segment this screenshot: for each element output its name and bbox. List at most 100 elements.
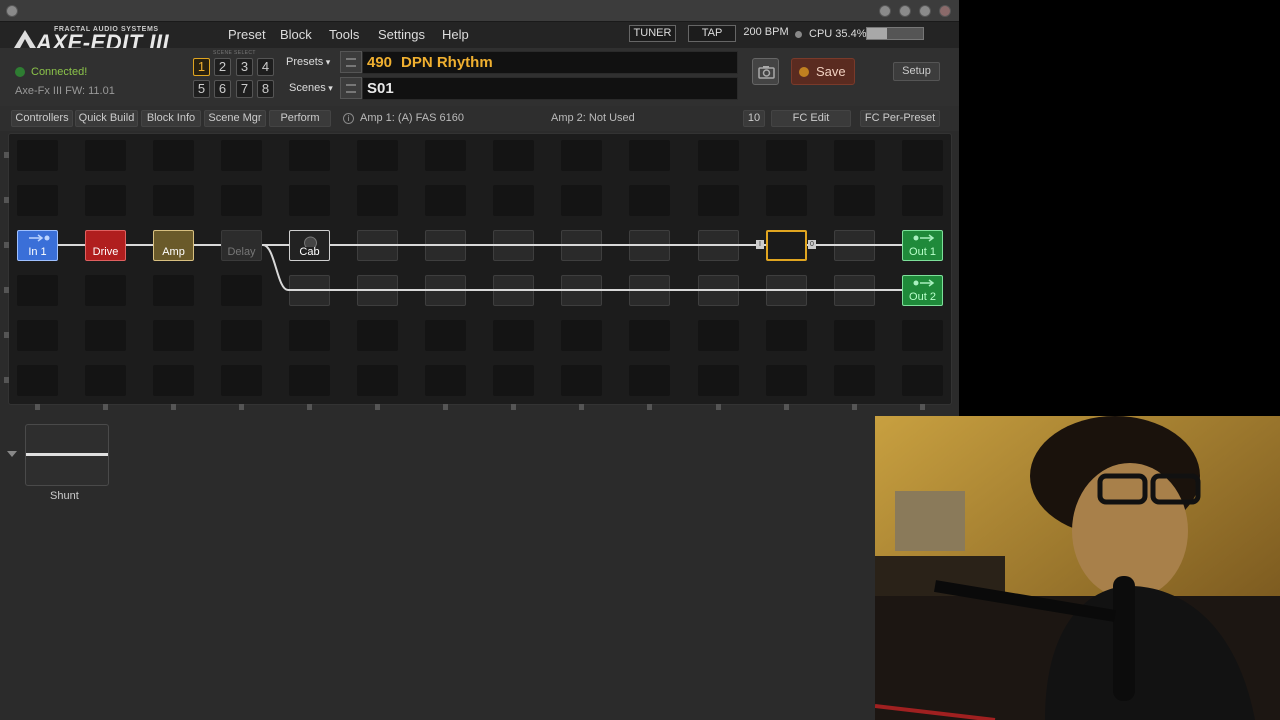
grid-cell[interactable] [902, 140, 943, 171]
camera-icon[interactable] [752, 58, 779, 85]
grid-cell[interactable] [85, 275, 126, 306]
grid-cell[interactable] [221, 365, 262, 396]
grid-cell[interactable] [289, 185, 330, 216]
grid-cell[interactable] [289, 140, 330, 171]
collapse-arrow-icon[interactable] [7, 451, 17, 458]
grid-cell[interactable] [902, 365, 943, 396]
grid-cell[interactable] [902, 320, 943, 351]
grid-cell[interactable] [493, 320, 534, 351]
scene-button-6[interactable]: 6 [214, 80, 231, 98]
grid-cell[interactable] [629, 320, 670, 351]
grid-cell[interactable] [425, 320, 466, 351]
grid-cell[interactable] [561, 365, 602, 396]
grid-cell[interactable] [493, 140, 534, 171]
grid-cell[interactable] [698, 365, 739, 396]
scene-button-5[interactable]: 5 [193, 80, 210, 98]
grid-cell[interactable] [766, 185, 807, 216]
grid-cell[interactable] [629, 140, 670, 171]
grid-cell[interactable] [902, 185, 943, 216]
controllers-button[interactable]: Controllers [11, 110, 73, 127]
grid-cell[interactable] [85, 140, 126, 171]
grid-cell[interactable] [629, 365, 670, 396]
grid-cell[interactable] [698, 140, 739, 171]
grid-cell[interactable] [85, 320, 126, 351]
grid-cell[interactable] [221, 185, 262, 216]
menu-help[interactable]: Help [442, 27, 469, 42]
grid-cell[interactable] [425, 140, 466, 171]
grid-cell[interactable] [17, 365, 58, 396]
scene-stepper[interactable] [340, 77, 362, 99]
grid-cell[interactable] [357, 320, 398, 351]
grid-cell[interactable] [17, 320, 58, 351]
grid-cell[interactable] [425, 185, 466, 216]
grid-cell[interactable] [17, 140, 58, 171]
grid-cell[interactable] [561, 185, 602, 216]
block-delay[interactable]: Delay [221, 230, 262, 261]
grid-cell[interactable] [766, 140, 807, 171]
grid-cell[interactable] [153, 185, 194, 216]
quick-build-button[interactable]: Quick Build [75, 110, 138, 127]
scenes-dropdown[interactable]: Scenes [289, 82, 333, 94]
grid-cell[interactable] [153, 320, 194, 351]
grid-cell[interactable] [698, 185, 739, 216]
scene-button-4[interactable]: 4 [257, 58, 274, 76]
grid-cell[interactable] [221, 320, 262, 351]
grid-cell[interactable] [698, 320, 739, 351]
menu-block[interactable]: Block [280, 27, 312, 42]
perform-button[interactable]: Perform [269, 110, 331, 127]
scene-button-8[interactable]: 8 [257, 80, 274, 98]
grid-cell[interactable] [766, 320, 807, 351]
block-drive[interactable]: Drive [85, 230, 126, 261]
block-input-1[interactable]: In 1 [17, 230, 58, 261]
grid-cell[interactable] [357, 140, 398, 171]
grid-cell[interactable] [153, 140, 194, 171]
grid-cell[interactable] [289, 320, 330, 351]
grid-cell[interactable] [17, 275, 58, 306]
minimize-button[interactable] [899, 5, 911, 17]
scene-button-2[interactable]: 2 [214, 58, 231, 76]
block-output-1[interactable]: Out 1 [902, 230, 943, 261]
block-selected-empty[interactable] [766, 230, 807, 261]
grid-cell[interactable] [425, 365, 466, 396]
grid-cell[interactable] [153, 275, 194, 306]
grid-cell[interactable] [493, 185, 534, 216]
presets-dropdown[interactable]: Presets [286, 56, 330, 68]
grid-cell[interactable] [834, 185, 875, 216]
menu-preset[interactable]: Preset [228, 27, 266, 42]
scene-button-7[interactable]: 7 [236, 80, 253, 98]
grid-cell[interactable] [17, 185, 58, 216]
grid-cell[interactable] [834, 140, 875, 171]
menu-settings[interactable]: Settings [378, 27, 425, 42]
grid-cell[interactable] [629, 185, 670, 216]
fc-edit-button[interactable]: FC Edit [771, 110, 851, 127]
fc-per-preset-button[interactable]: FC Per-Preset [860, 110, 940, 127]
grid-cell[interactable] [493, 365, 534, 396]
grid-cell[interactable] [834, 365, 875, 396]
grid-cell[interactable] [357, 185, 398, 216]
block-output-2[interactable]: Out 2 [902, 275, 943, 306]
grid-cell[interactable] [766, 365, 807, 396]
pause-button[interactable] [879, 5, 891, 17]
fc-layout-number[interactable]: 10 [743, 110, 765, 127]
scene-button-3[interactable]: 3 [236, 58, 253, 76]
scene-mgr-button[interactable]: Scene Mgr [204, 110, 266, 127]
grid-cell[interactable] [221, 140, 262, 171]
tap-tempo-button[interactable]: TAP [688, 25, 736, 42]
setup-button[interactable]: Setup [893, 62, 940, 81]
grid-cell[interactable] [834, 320, 875, 351]
close-button[interactable] [939, 5, 951, 17]
block-amp[interactable]: Amp [153, 230, 194, 261]
tuner-button[interactable]: TUNER [629, 25, 676, 42]
grid-cell[interactable] [357, 365, 398, 396]
grid-cell[interactable] [85, 185, 126, 216]
grid-cell[interactable] [561, 320, 602, 351]
preset-stepper[interactable] [340, 51, 362, 73]
signal-grid[interactable] [8, 133, 952, 405]
grid-cell[interactable] [561, 140, 602, 171]
grid-cell[interactable] [289, 365, 330, 396]
block-info-button[interactable]: Block Info [141, 110, 201, 127]
window-menu-button[interactable] [6, 5, 18, 17]
scene-button-1[interactable]: 1 [193, 58, 210, 76]
menu-tools[interactable]: Tools [329, 27, 359, 42]
block-cab[interactable]: Cab [289, 230, 330, 261]
